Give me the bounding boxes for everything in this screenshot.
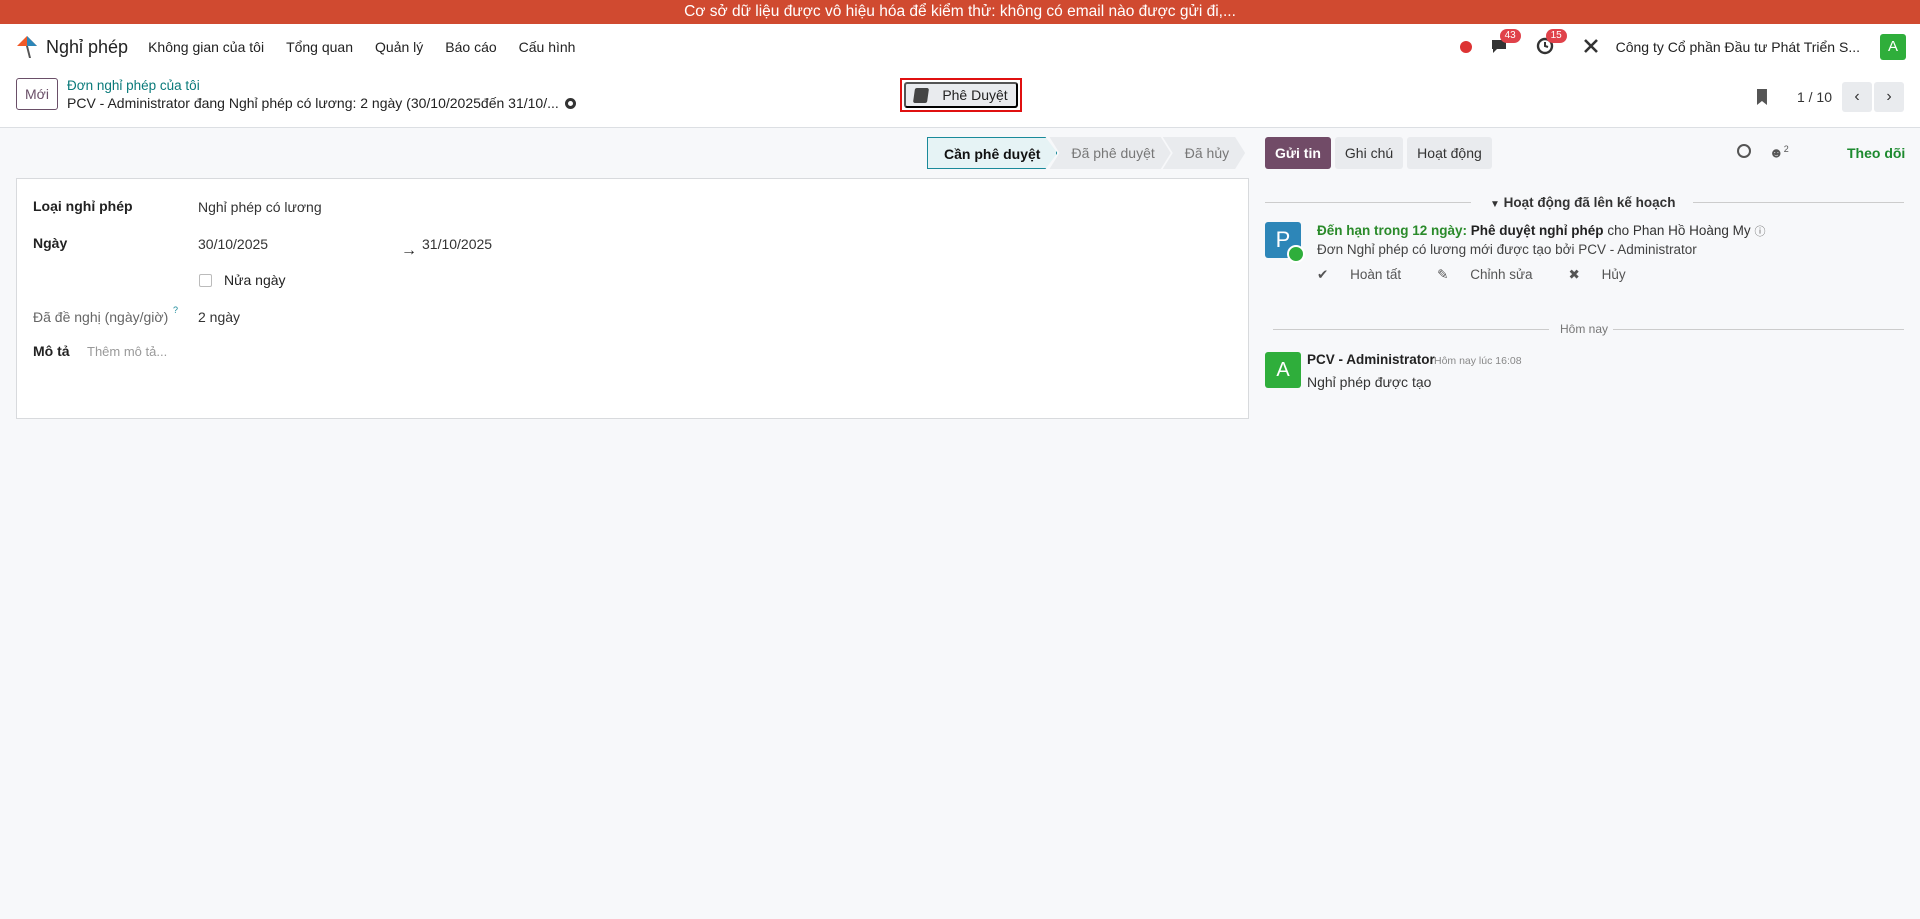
activity-header: Đến hạn trong 12 ngày: Phê duyệt nghỉ ph…	[1317, 223, 1765, 239]
cancel-activity-button[interactable]: ✖ Hủy	[1569, 267, 1644, 283]
breadcrumb-parent-link[interactable]: Đơn nghỉ phép của tôi	[67, 78, 200, 93]
pager: 1 / 10 ‹ ›	[1756, 82, 1904, 112]
edit-label: Chỉnh sửa	[1470, 267, 1533, 282]
approve-label: Phê Duyệt	[942, 87, 1008, 103]
help-tooltip-icon[interactable]: ?	[173, 305, 178, 315]
menu-overview[interactable]: Tổng quan	[286, 39, 353, 55]
test-mode-banner: Cơ sở dữ liệu được vô hiệu hóa để kiểm t…	[0, 0, 1920, 24]
record-title: PCV - Administrator đang Nghỉ phép có lư…	[67, 95, 576, 111]
activity-type-icon	[1287, 245, 1305, 263]
chevron-right-icon: ›	[1886, 88, 1892, 105]
approve-button[interactable]: Phê Duyệt	[904, 82, 1018, 108]
chevron-left-icon: ‹	[1854, 88, 1860, 105]
menu-configuration[interactable]: Cấu hình	[519, 39, 576, 55]
follow-button[interactable]: Theo dõi	[1847, 145, 1905, 161]
activities-badge: 15	[1545, 29, 1567, 43]
tools-icon	[1583, 39, 1598, 53]
mark-done-button[interactable]: ✔ Hoàn tất	[1317, 267, 1419, 283]
followers-count: 2	[1783, 144, 1789, 154]
recording-indicator-icon[interactable]	[1459, 41, 1472, 53]
description-input[interactable]: Thêm mô tả...	[87, 344, 167, 359]
activity-due: Đến hạn trong 12 ngày:	[1317, 223, 1468, 238]
message-author-avatar[interactable]: A	[1265, 352, 1301, 388]
leave-type-field[interactable]: Nghỉ phép có lương	[198, 199, 322, 215]
stage-cancelled[interactable]: Đã hủy	[1163, 137, 1245, 169]
messages-button[interactable]: 43	[1490, 29, 1521, 57]
half-day-checkbox[interactable]	[199, 274, 212, 287]
date-from-field[interactable]: 30/10/2025	[198, 236, 268, 252]
gear-icon[interactable]	[564, 97, 576, 109]
pager-count[interactable]: 1 / 10	[1797, 89, 1832, 105]
person-icon: ☻	[1769, 144, 1784, 161]
mark-done-label: Hoàn tất	[1350, 267, 1402, 282]
info-circle-icon[interactable]: ⓘ	[1754, 226, 1765, 238]
company-switcher[interactable]: Công ty Cổ phần Đầu tư Phát Triển S...	[1616, 39, 1860, 55]
followers-button[interactable]: ☻2	[1769, 144, 1789, 161]
date-to-field[interactable]: 31/10/2025	[422, 236, 492, 252]
date-separator: Hôm nay	[1560, 322, 1609, 336]
book-icon	[913, 87, 930, 103]
divider	[1273, 329, 1549, 330]
divider	[1693, 202, 1904, 203]
edit-activity-button[interactable]: ✎ Chỉnh sửa	[1437, 267, 1550, 283]
arrow-right-icon: →	[401, 242, 417, 259]
activity-type: Phê duyệt nghỉ phép	[1470, 223, 1604, 238]
status-bar: Cần phê duyệt Đã phê duyệt Đã hủy	[927, 137, 1245, 169]
half-day-label[interactable]: Nửa ngày	[224, 272, 286, 288]
activity-summary: Đơn Nghỉ phép có lương mới được tạo bởi …	[1317, 242, 1697, 257]
divider	[1265, 202, 1471, 203]
new-button[interactable]: Mới	[16, 78, 58, 110]
pencil-icon: ✎	[1437, 267, 1449, 282]
messages-badge: 43	[1499, 29, 1521, 43]
close-icon: ✖	[1568, 267, 1580, 282]
log-note-button[interactable]: Ghi chú	[1334, 137, 1404, 169]
dates-label: Ngày	[33, 235, 68, 251]
activity-button[interactable]: Hoạt động	[1407, 137, 1492, 169]
form-sheet: Loại nghỉ phép Nghỉ phép có lương Ngày 3…	[16, 178, 1249, 419]
activity-assignee: cho Phan Hồ Hoàng My	[1607, 223, 1751, 238]
requested-duration-label: Đã đề nghị (ngày/giờ)	[33, 309, 169, 325]
activity-actions: ✔ Hoàn tất ✎ Chỉnh sửa ✖ Hủy	[1317, 267, 1662, 283]
message-author[interactable]: PCV - Administrator	[1307, 352, 1435, 367]
menu-reports[interactable]: Báo cáo	[445, 39, 496, 55]
menu-management[interactable]: Quản lý	[375, 39, 423, 55]
message-timestamp: Hôm nay lúc 16:08	[1434, 355, 1522, 367]
search-icon[interactable]	[1737, 144, 1751, 158]
planned-activities-toggle[interactable]: ▼ Hoạt động đã lên kế hoạch	[1490, 195, 1675, 210]
pager-next-button[interactable]: ›	[1874, 82, 1904, 112]
planned-activities-title: Hoạt động đã lên kế hoạch	[1503, 195, 1676, 210]
stage-to-approve[interactable]: Cần phê duyệt	[927, 137, 1057, 169]
description-label: Mô tả	[33, 343, 70, 359]
check-icon: ✔	[1317, 267, 1329, 282]
stage-approved[interactable]: Đã phê duyệt	[1049, 137, 1170, 169]
message-body: Nghỉ phép được tạo	[1307, 374, 1432, 390]
debug-tools-button[interactable]	[1582, 37, 1602, 57]
divider	[1613, 329, 1904, 330]
control-panel: Mới Đơn nghỉ phép của tôi PCV - Administ…	[0, 70, 1920, 128]
bookmark-icon[interactable]	[1756, 89, 1767, 105]
caret-down-icon: ▼	[1490, 199, 1500, 210]
app-name[interactable]: Nghỉ phép	[46, 37, 128, 58]
pager-prev-button[interactable]: ‹	[1842, 82, 1872, 112]
top-navbar: Nghỉ phép Không gian của tôi Tổng quan Q…	[0, 24, 1920, 70]
send-message-button[interactable]: Gửi tin	[1265, 137, 1331, 169]
menu-my-space[interactable]: Không gian của tôi	[148, 39, 264, 55]
user-avatar[interactable]: A	[1880, 34, 1906, 60]
cancel-label: Hủy	[1601, 267, 1626, 282]
leave-type-label: Loại nghỉ phép	[33, 198, 133, 214]
leave-app-logo-icon[interactable]	[14, 34, 40, 60]
activities-button[interactable]: 15	[1536, 29, 1567, 57]
record-title-text: PCV - Administrator đang Nghỉ phép có lư…	[67, 95, 559, 111]
requested-duration-value: 2 ngày	[198, 309, 241, 325]
chatter-tabs: Gửi tin Ghi chú Hoạt động	[1265, 137, 1496, 169]
